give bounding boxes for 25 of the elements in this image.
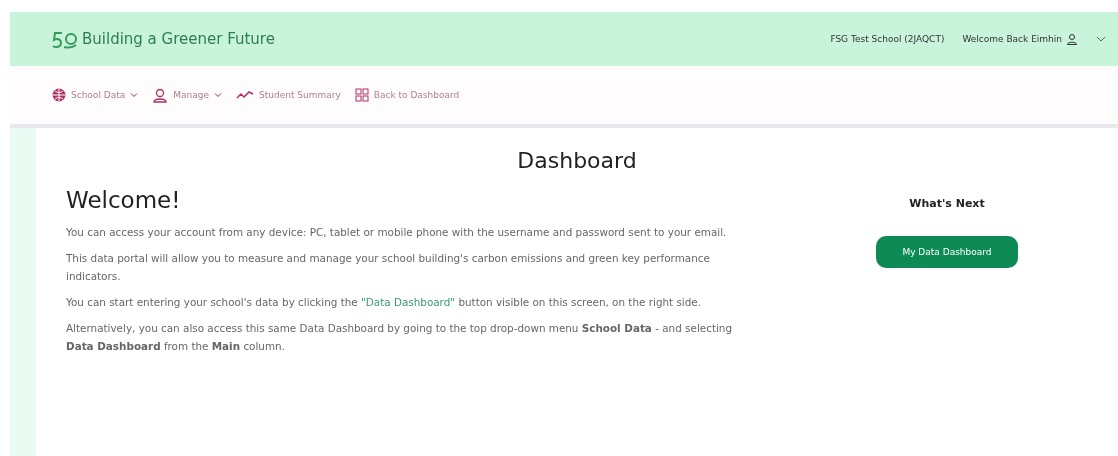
nav-menu-item[interactable]: Back to Dashboard [354, 88, 460, 102]
nav-menu-item[interactable]: Student Summary [236, 89, 341, 101]
chevron-down-icon[interactable] [1096, 34, 1106, 44]
school-name: FSG Test School (2JAQCT) [830, 34, 945, 44]
whats-next-heading: What's Next [909, 197, 985, 210]
trend-line-icon [236, 89, 254, 101]
paragraph: Alternatively, you can also access this same Data Dashboard by going to the top drop-down menu School Data - and selecting Data Dashboard from the Main column. [66, 321, 734, 354]
globe-icon [52, 88, 66, 102]
data-dashboard-link[interactable]: "Data Dashboard" [361, 296, 456, 308]
user-menu[interactable]: Welcome Back Eimhin [962, 33, 1078, 45]
chevron-down-icon [130, 91, 139, 99]
chevron-down-icon [214, 91, 222, 99]
my-data-dashboard-button[interactable]: My Data Dashboard [876, 236, 1018, 268]
paragraph: This data portal will allow you to measure and manage your school building's carbon emissions and green key performance indicators. [66, 251, 711, 284]
site-title[interactable]: Building a Greener Future [82, 30, 275, 48]
page-title: Dashboard [516, 148, 638, 173]
paragraph: You can access your account from any device: PC, tablet or mobile phone with the username and password sent to your email. [66, 225, 728, 240]
grid-icon [354, 88, 369, 102]
paragraph: You can start entering your school's data by clicking the "Data Dashboard" button visible on this screen, on the right side. [66, 295, 703, 310]
user-icon [1066, 33, 1078, 45]
nav-menu-item[interactable]: Manage [152, 87, 222, 103]
logo-icon [52, 29, 78, 49]
welcome-heading: Welcome! [66, 187, 182, 213]
user-icon [152, 87, 169, 103]
nav-menu-item[interactable]: School Data [52, 88, 139, 102]
